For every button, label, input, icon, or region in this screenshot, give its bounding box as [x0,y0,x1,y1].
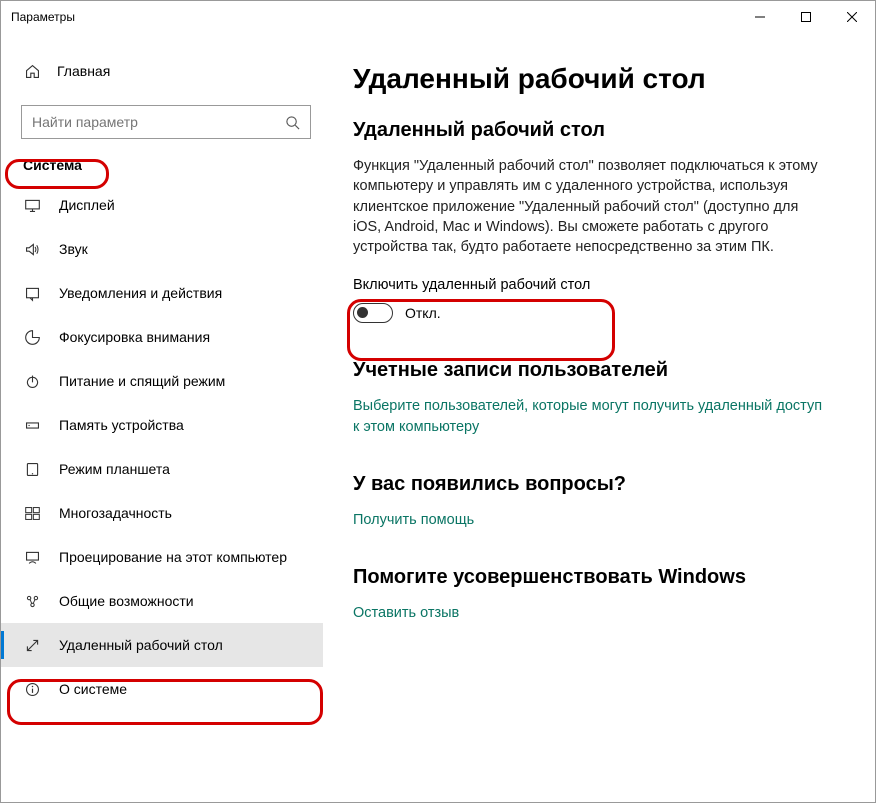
nav-label: Питание и спящий режим [59,373,225,389]
projecting-icon [23,548,41,566]
display-icon [23,196,41,214]
nav-label: Многозадачность [59,505,172,521]
section-title-remote: Удаленный рабочий стол [353,119,845,142]
nav-label: Удаленный рабочий стол [59,637,223,653]
section-title-feedback: Помогите усовершенствовать Windows [353,566,845,589]
nav-label: Уведомления и действия [59,285,222,301]
titlebar: Параметры [1,1,875,33]
search-box[interactable] [21,105,311,139]
toggle-row: Включить удаленный рабочий стол Откл. [353,277,845,323]
select-users-link[interactable]: Выберите пользователей, которые могут по… [353,396,823,437]
content-pane: Удаленный рабочий стол Удаленный рабочий… [323,33,875,802]
nav-item-remote-desktop[interactable]: Удаленный рабочий стол [1,623,323,667]
nav-item-display[interactable]: Дисплей [1,183,323,227]
section-title-users: Учетные записи пользователей [353,359,845,382]
nav-item-shared[interactable]: Общие возможности [1,579,323,623]
page-title: Удаленный рабочий стол [353,63,845,95]
sound-icon [23,240,41,258]
focus-icon [23,328,41,346]
toggle-label: Включить удаленный рабочий стол [353,277,845,293]
storage-icon [23,416,41,434]
nav-item-tablet[interactable]: Режим планшета [1,447,323,491]
nav-item-multitasking[interactable]: Многозадачность [1,491,323,535]
nav-label: О системе [59,681,127,697]
close-button[interactable] [829,1,875,33]
nav-item-sound[interactable]: Звук [1,227,323,271]
nav-label: Память устройства [59,417,184,433]
minimize-button[interactable] [737,1,783,33]
sidebar: Главная Система Дисплей Звук Уведо [1,33,323,802]
titlebar-controls [737,1,875,33]
home-nav[interactable]: Главная [1,51,323,91]
toggle-knob [357,307,368,318]
notifications-icon [23,284,41,302]
about-icon [23,680,41,698]
home-label: Главная [57,63,110,79]
feedback-link[interactable]: Оставить отзыв [353,603,823,623]
remote-desktop-icon [23,636,41,654]
search-input[interactable] [32,114,285,130]
get-help-link[interactable]: Получить помощь [353,510,823,530]
nav-label: Режим планшета [59,461,170,477]
search-icon [285,115,300,130]
nav-item-projecting[interactable]: Проецирование на этот компьютер [1,535,323,579]
section-header-system: Система [23,157,323,173]
window-title: Параметры [11,10,75,24]
multitasking-icon [23,504,41,522]
shared-icon [23,592,41,610]
tablet-icon [23,460,41,478]
toggle-state: Откл. [405,305,441,321]
remote-desktop-toggle[interactable] [353,303,393,323]
nav-label: Общие возможности [59,593,194,609]
maximize-button[interactable] [783,1,829,33]
nav-item-power[interactable]: Питание и спящий режим [1,359,323,403]
nav-label: Звук [59,241,88,257]
nav-item-storage[interactable]: Память устройства [1,403,323,447]
toggle-control: Откл. [353,303,845,323]
nav-label: Фокусировка внимания [59,329,210,345]
nav-item-focus[interactable]: Фокусировка внимания [1,315,323,359]
nav-item-notifications[interactable]: Уведомления и действия [1,271,323,315]
home-icon [23,62,41,80]
nav-item-about[interactable]: О системе [1,667,323,711]
section-title-help: У вас появились вопросы? [353,473,845,496]
power-icon [23,372,41,390]
nav-label: Проецирование на этот компьютер [59,549,287,565]
nav-label: Дисплей [59,197,115,213]
section-body-remote: Функция "Удаленный рабочий стол" позволя… [353,156,823,257]
